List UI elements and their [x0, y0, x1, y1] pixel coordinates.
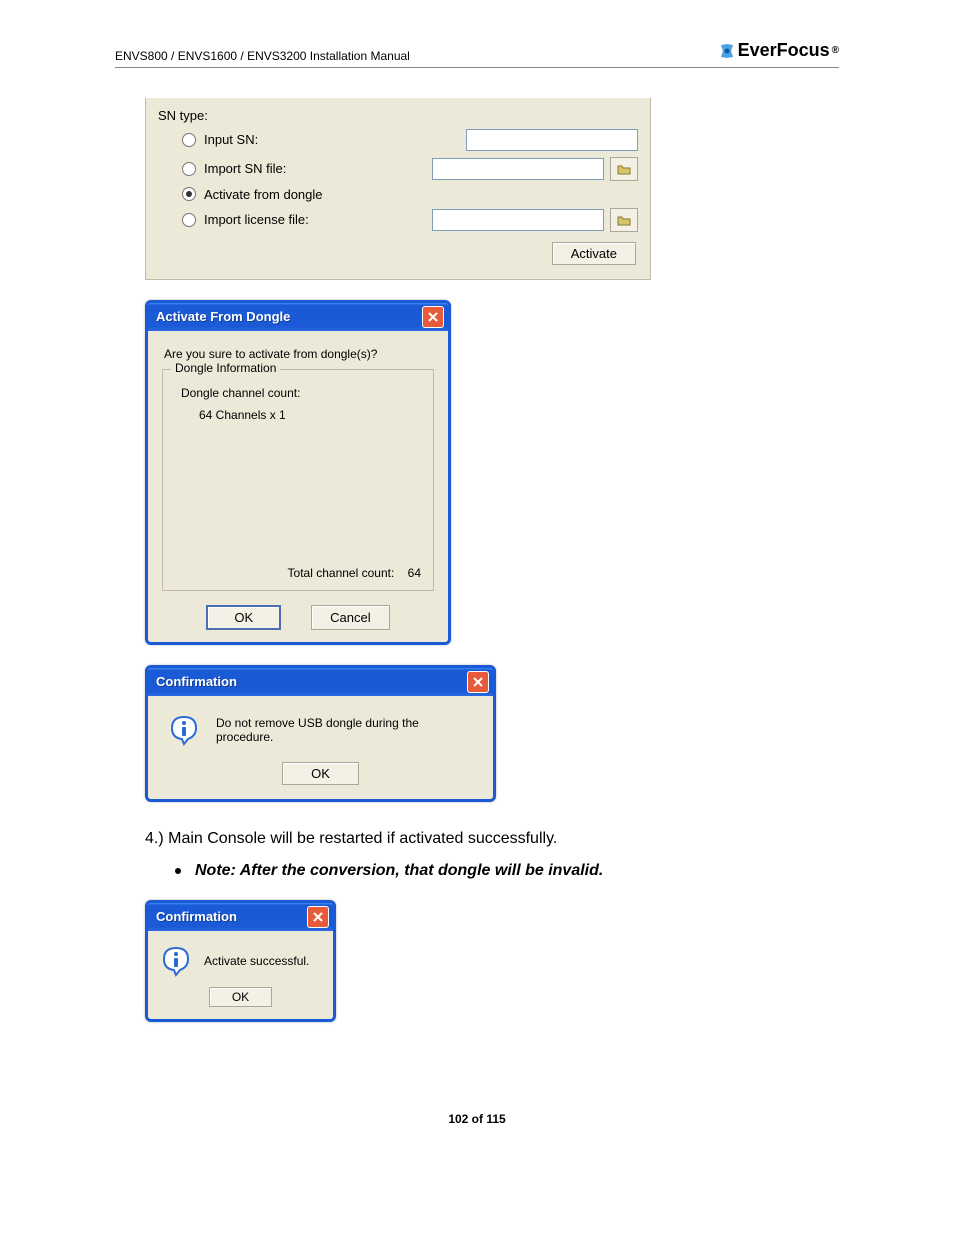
dialog-title: Confirmation — [156, 909, 237, 924]
folder-icon — [617, 163, 631, 175]
dongle-info-group-title: Dongle Information — [171, 361, 280, 375]
confirmation-message: Do not remove USB dongle during the proc… — [216, 716, 479, 744]
bullet-icon — [175, 868, 181, 874]
radio-import-sn-file-label: Import SN file: — [204, 161, 286, 176]
radio-input-sn[interactable] — [182, 133, 196, 147]
folder-icon — [617, 214, 631, 226]
radio-activate-from-dongle[interactable] — [182, 187, 196, 201]
input-sn-field[interactable] — [466, 129, 638, 151]
close-button[interactable] — [307, 906, 329, 928]
close-button[interactable] — [467, 671, 489, 693]
close-icon — [427, 311, 439, 323]
close-button[interactable] — [422, 306, 444, 328]
ok-button[interactable]: OK — [282, 762, 359, 785]
ok-button[interactable]: OK — [206, 605, 281, 630]
radio-import-license-file[interactable] — [182, 213, 196, 227]
radio-import-license-file-label: Import license file: — [204, 212, 309, 227]
info-icon — [160, 945, 192, 977]
confirmation-message: Activate successful. — [204, 954, 309, 968]
confirmation-dialog-success: Confirmation Activate successful. OK — [145, 900, 336, 1022]
cancel-button[interactable]: Cancel — [311, 605, 389, 630]
info-icon — [168, 714, 200, 746]
activate-prompt: Are you sure to activate from dongle(s)? — [164, 347, 434, 361]
activate-from-dongle-dialog: Activate From Dongle Are you sure to act… — [145, 300, 451, 645]
dialog-title: Confirmation — [156, 674, 237, 689]
brand-text: EverFocus — [738, 40, 830, 61]
radio-input-sn-label: Input SN: — [204, 132, 258, 147]
activate-button[interactable]: Activate — [552, 242, 636, 265]
sn-type-panel: SN type: Input SN: Import SN file: Activ… — [145, 98, 651, 280]
dongle-channel-count-label: Dongle channel count: — [181, 386, 421, 400]
brand-mark: ® — [832, 45, 839, 56]
dongle-channel-count-value: 64 Channels x 1 — [199, 408, 421, 422]
close-icon — [472, 676, 484, 688]
import-sn-file-field[interactable] — [432, 158, 604, 180]
total-channel-count-label: Total channel count: — [288, 566, 395, 580]
step-4-text: 4.) Main Console will be restarted if ac… — [145, 830, 839, 848]
everfocus-logo-icon — [718, 42, 736, 60]
radio-activate-from-dongle-label: Activate from dongle — [204, 187, 323, 202]
header-brand: EverFocus® — [718, 40, 839, 61]
dialog-title: Activate From Dongle — [156, 309, 290, 324]
sn-type-label: SN type: — [158, 108, 638, 123]
import-license-file-field[interactable] — [432, 209, 604, 231]
confirmation-dialog-usb: Confirmation Do not remove USB dongle du… — [145, 665, 496, 802]
ok-button[interactable]: OK — [209, 987, 272, 1007]
total-channel-count-value: 64 — [408, 566, 421, 580]
page-number: 102 of 115 — [115, 1112, 839, 1126]
browse-sn-file-button[interactable] — [610, 157, 638, 181]
radio-import-sn-file[interactable] — [182, 162, 196, 176]
header-doc-title: ENVS800 / ENVS1600 / ENVS3200 Installati… — [115, 49, 410, 63]
browse-license-file-button[interactable] — [610, 208, 638, 232]
close-icon — [312, 911, 324, 923]
note-text: Note: After the conversion, that dongle … — [195, 862, 603, 880]
